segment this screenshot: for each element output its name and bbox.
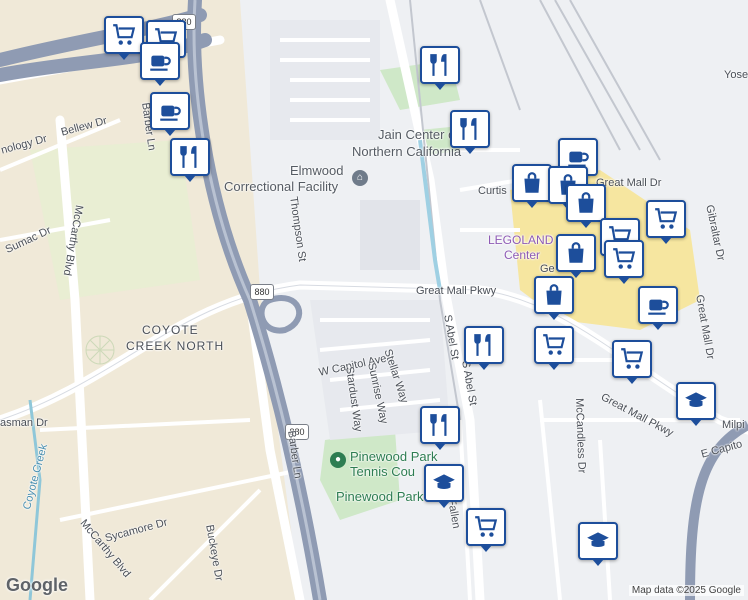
cart-icon[interactable] (604, 240, 644, 284)
street-label-tasman-dr: asman Dr (0, 417, 48, 429)
map-canvas[interactable]: 880 880 880 COYOTE CREEK NORTH Elmwood C… (0, 0, 748, 600)
shopping-bag-icon[interactable] (512, 164, 552, 208)
place-label-jain-center: Northern California (352, 144, 462, 159)
school-icon[interactable] (578, 522, 618, 566)
shopping-bag-icon[interactable] (534, 276, 574, 320)
interstate-880-shield: 880 (250, 284, 274, 300)
school-icon[interactable] (424, 464, 464, 508)
coffee-icon[interactable] (150, 92, 190, 136)
shopping-bag-icon[interactable] (566, 184, 606, 228)
place-label-pinewood-tennis: Tennis Cou (350, 464, 416, 479)
map-base (0, 0, 748, 600)
school-icon[interactable] (676, 382, 716, 426)
restaurant-icon[interactable] (450, 110, 490, 154)
coffee-icon[interactable] (140, 42, 180, 86)
place-label-elmwood: Correctional Facility (224, 179, 339, 194)
street-label-curtis: Curtis (478, 185, 507, 197)
area-label-coyote-creek-north: CREEK NORTH (126, 339, 225, 353)
map-attribution[interactable]: Map data ©2025 Google (628, 585, 744, 596)
place-label-pinewood-park: Pinewood Park (336, 489, 424, 504)
cart-icon[interactable] (466, 508, 506, 552)
restaurant-icon[interactable] (420, 406, 460, 450)
place-label-jain-center: Jain Center of (378, 127, 459, 142)
google-logo: Google (6, 575, 68, 595)
street-label-mccandless-dr: McCandless Dr (573, 397, 588, 474)
park-marker-icon: ● (330, 452, 346, 468)
coffee-icon[interactable] (638, 286, 678, 330)
place-label-legoland: LEGOLAND (488, 233, 554, 247)
place-label-pinewood-tennis: Pinewood Park (350, 449, 438, 464)
cart-icon[interactable] (104, 16, 144, 60)
cart-icon[interactable] (612, 340, 652, 384)
street-label-yose: Yose (724, 69, 748, 81)
street-label-great-mall-pkwy: Great Mall Pkwy (416, 285, 497, 297)
street-label-ge: Ge (540, 263, 555, 275)
restaurant-icon[interactable] (420, 46, 460, 90)
restaurant-icon[interactable] (170, 138, 210, 182)
place-label-legoland: Center (504, 248, 541, 262)
restaurant-icon[interactable] (464, 326, 504, 370)
shopping-bag-icon[interactable] (556, 234, 596, 278)
place-label-elmwood: Elmwood (290, 163, 344, 178)
landmark-icon: ⌂ (352, 170, 368, 186)
area-label-coyote-creek-north: COYOTE (142, 323, 199, 337)
cart-icon[interactable] (534, 326, 574, 370)
cart-icon[interactable] (646, 200, 686, 244)
street-label-milpi: Milpi (722, 419, 745, 431)
